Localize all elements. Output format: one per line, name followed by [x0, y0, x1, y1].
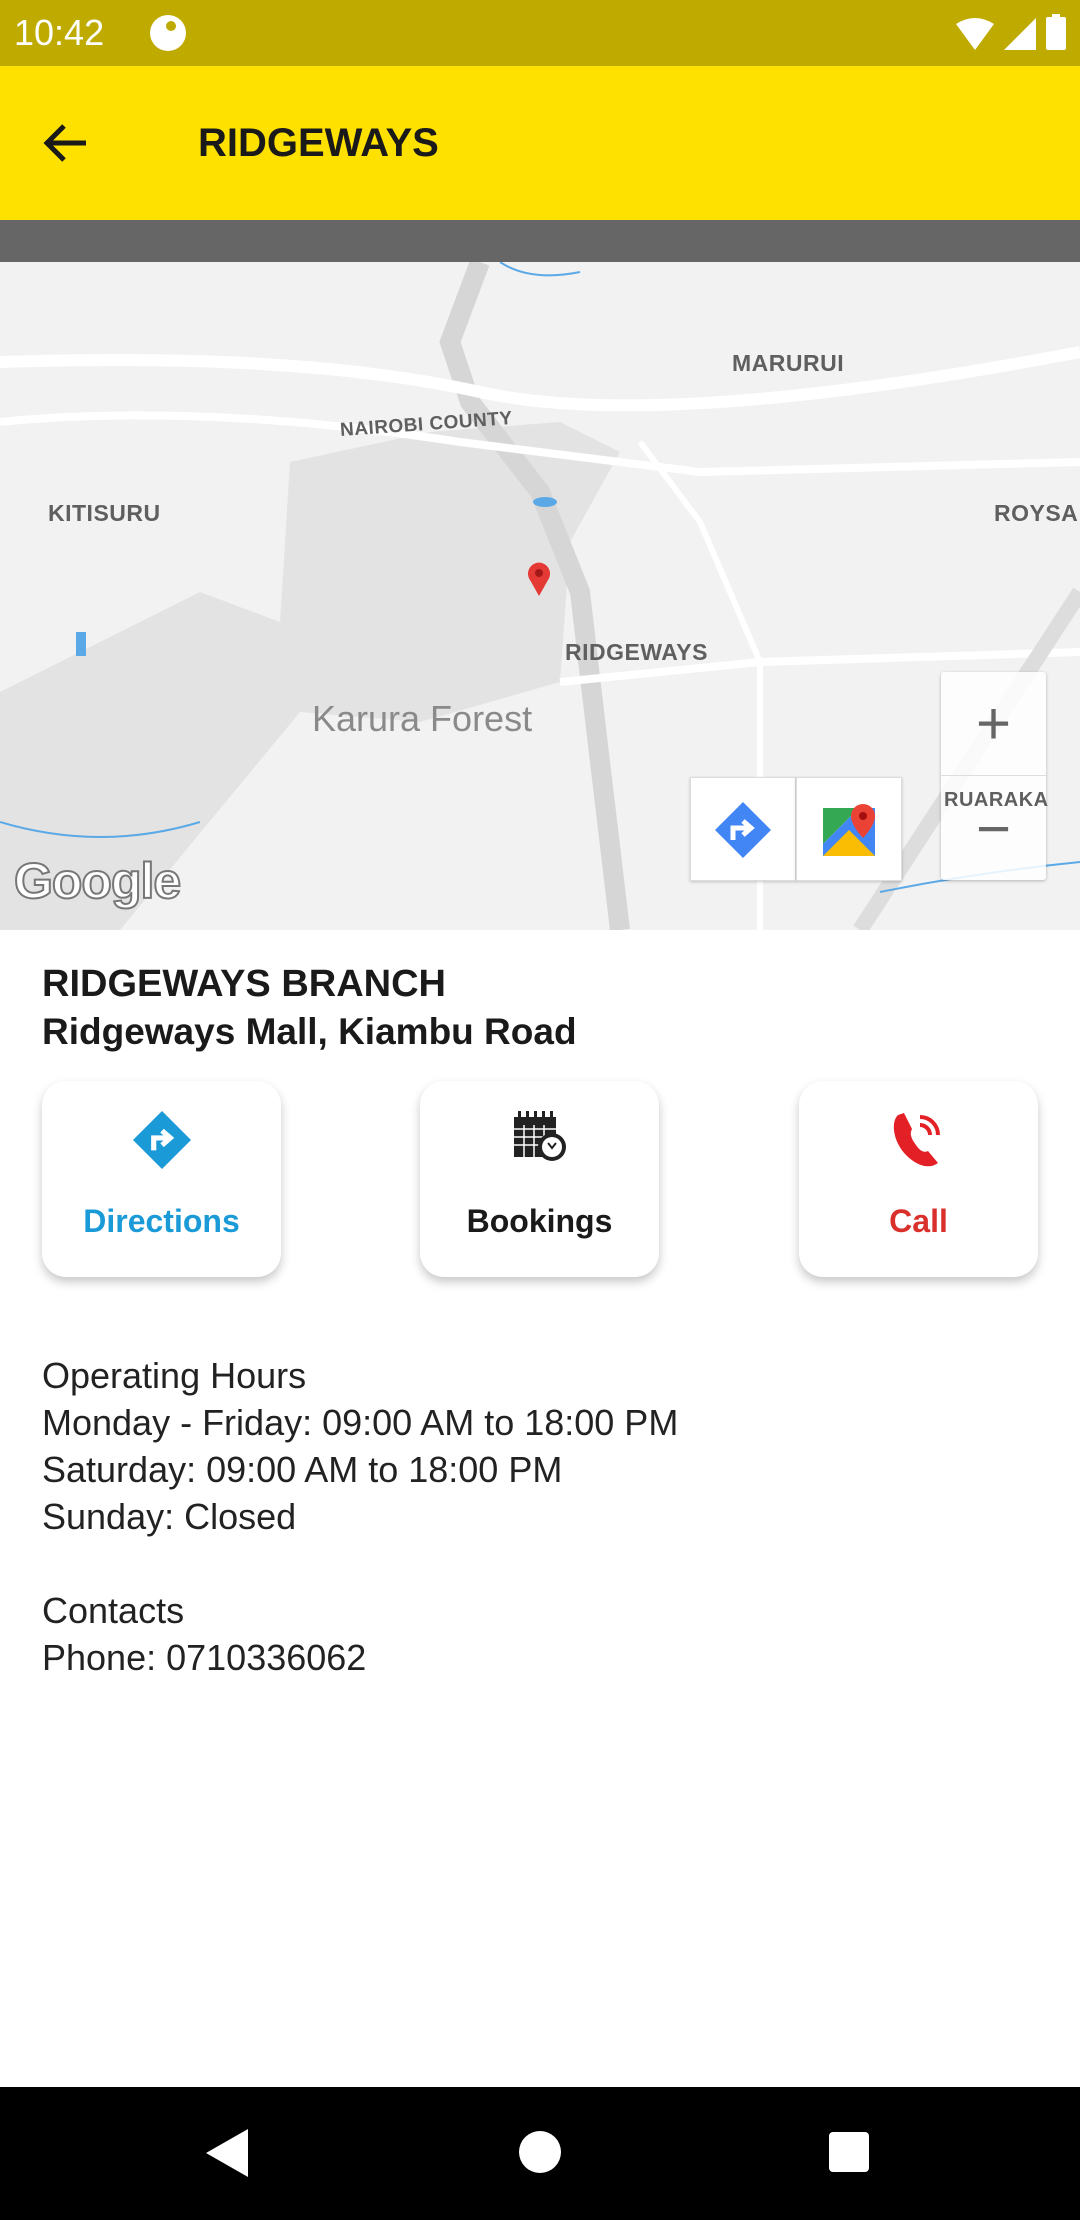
divider-bar [0, 220, 1080, 262]
hours-sunday: Sunday: Closed [42, 1496, 297, 1537]
bookings-button[interactable]: Bookings [420, 1081, 659, 1277]
zoom-in-button[interactable]: + [941, 672, 1046, 776]
home-nav-icon[interactable] [519, 2131, 561, 2173]
map-directions-button[interactable] [690, 777, 796, 881]
map-pin-icon[interactable] [527, 562, 551, 596]
open-google-maps-button[interactable] [796, 777, 902, 881]
battery-icon [1046, 14, 1066, 50]
google-maps-icon [823, 804, 875, 856]
map-label-ruaraka: RUARAKA [944, 789, 1049, 811]
status-bar: 10:42 [0, 0, 1080, 66]
map-label-kitisuru: KITISURU [48, 500, 161, 526]
google-logo: Google [13, 852, 182, 910]
branch-name: RIDGEWAYS BRANCH [42, 963, 446, 1005]
contacts-heading: Contacts [42, 1590, 185, 1631]
page-title: RIDGEWAYS [198, 121, 439, 165]
call-button[interactable]: Call [799, 1081, 1038, 1277]
status-time: 10:42 [14, 12, 105, 53]
call-label: Call [889, 1203, 948, 1239]
directions-button[interactable]: Directions [42, 1081, 281, 1277]
map-label-marurui: MARURUI [732, 350, 845, 376]
toolbar: RIDGEWAYS [0, 66, 1080, 220]
map-label-roysa: ROYSA [994, 500, 1079, 526]
branch-address: Ridgeways Mall, Kiambu Road [42, 1011, 577, 1052]
map-view[interactable]: MARURUI NAIROBI COUNTY KITISURU ROYSA RI… [0, 262, 1080, 930]
operating-hours-heading: Operating Hours [42, 1355, 307, 1396]
map-label-ridgeways: RIDGEWAYS [565, 639, 708, 665]
bookings-label: Bookings [466, 1203, 613, 1239]
navigation-bar [0, 2087, 1080, 2220]
signal-icon [1004, 18, 1036, 50]
zoom-controls: + − [941, 672, 1046, 880]
details-section: Operating Hours Monday - Friday: 09:00 A… [42, 1352, 678, 1681]
directions-icon [132, 1111, 191, 1169]
wifi-icon [956, 18, 994, 50]
directions-label: Directions [83, 1203, 240, 1239]
directions-icon [715, 802, 771, 858]
phone-icon [893, 1113, 940, 1167]
app-notification-icon [150, 15, 186, 51]
back-nav-icon[interactable] [204, 2129, 248, 2177]
recents-nav-icon[interactable] [829, 2132, 869, 2172]
hours-saturday: Saturday: 09:00 AM to 18:00 PM [42, 1449, 563, 1490]
contact-phone[interactable]: Phone: 0710336062 [42, 1634, 678, 1681]
map-label-karura-forest: Karura Forest [312, 698, 533, 739]
calendar-clock-icon [513, 1111, 566, 1161]
branch-info: RIDGEWAYS BRANCH Ridgeways Mall, Kiambu … [42, 960, 577, 1056]
arrow-left-icon[interactable] [40, 116, 100, 170]
hours-weekday: Monday - Friday: 09:00 AM to 18:00 PM [42, 1402, 679, 1443]
map-roads [0, 262, 1080, 930]
